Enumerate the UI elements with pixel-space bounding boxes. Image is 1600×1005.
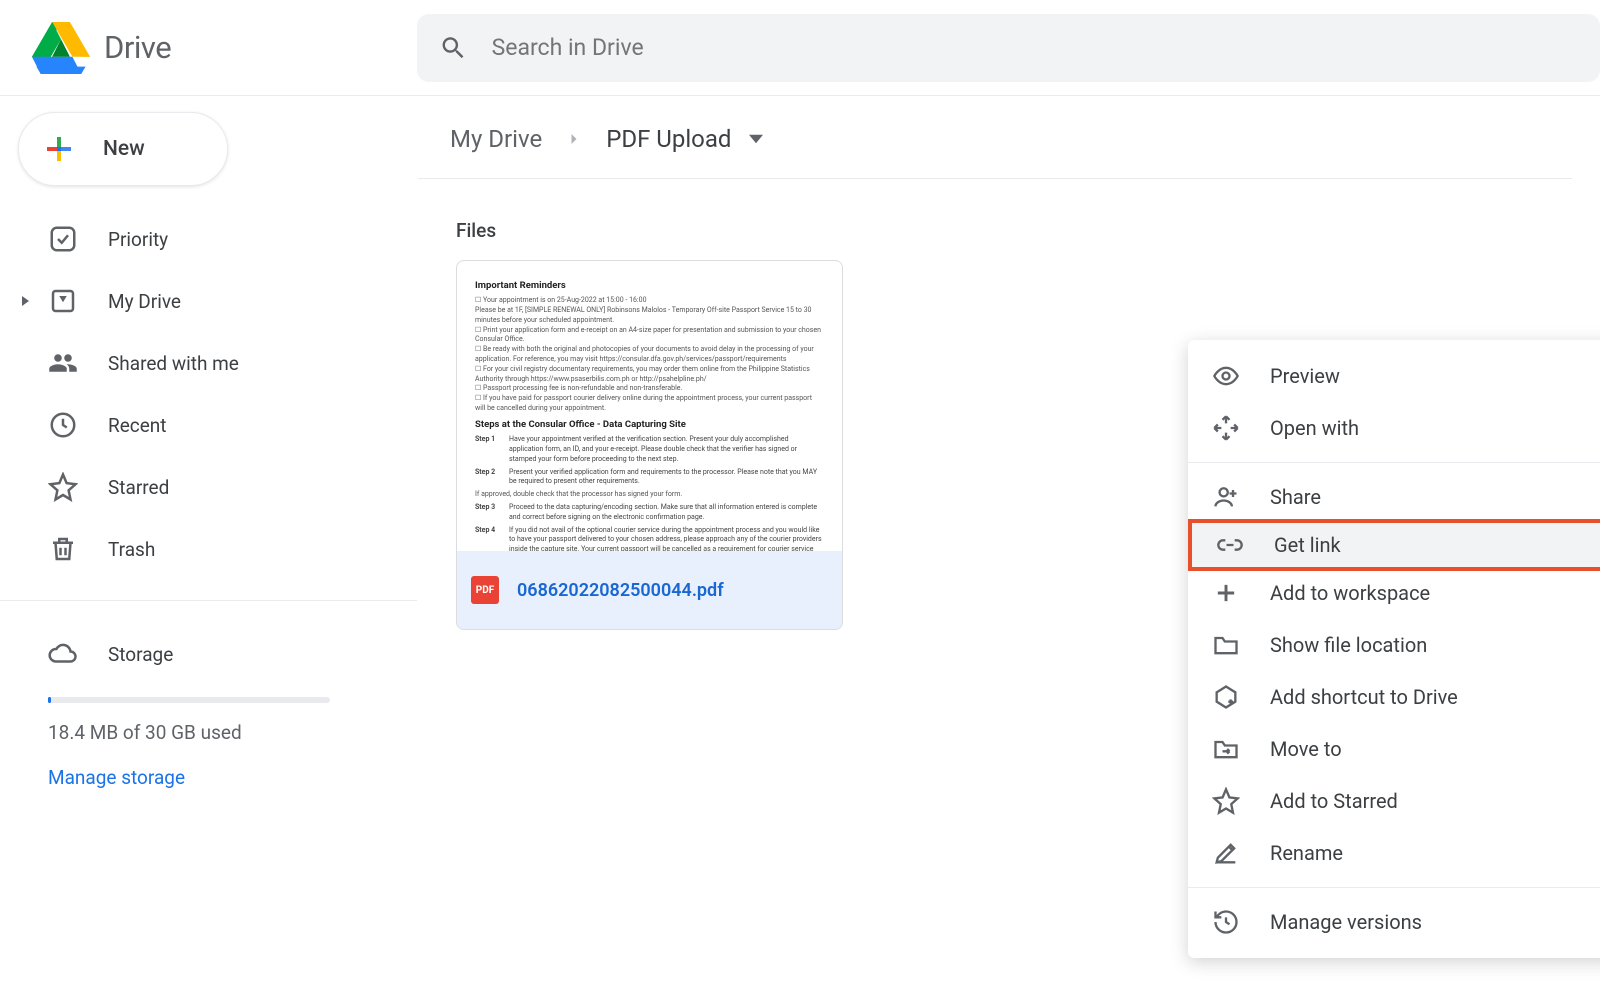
- manage-storage-link[interactable]: Manage storage: [0, 766, 417, 789]
- expand-icon: [22, 296, 29, 306]
- pencil-icon: [1212, 839, 1240, 867]
- sidebar-item-recent[interactable]: Recent: [0, 394, 391, 456]
- sidebar: New Priority My Drive Shared with me Rec…: [0, 96, 417, 1005]
- drive-logo-icon: [32, 19, 90, 77]
- eye-icon: [1212, 362, 1240, 390]
- search-icon: [439, 33, 468, 63]
- sidebar-item-label: Shared with me: [108, 352, 239, 375]
- chevron-right-icon: [564, 129, 584, 149]
- clock-icon: [48, 410, 78, 440]
- sidebar-item-trash[interactable]: Trash: [0, 518, 391, 580]
- app-name: Drive: [104, 29, 171, 66]
- new-button[interactable]: New: [18, 112, 228, 186]
- sidebar-item-label: Starred: [108, 476, 169, 499]
- logo[interactable]: Drive: [0, 19, 417, 77]
- sidebar-item-storage[interactable]: Storage: [0, 623, 391, 685]
- open-with-icon: [1212, 414, 1240, 442]
- plus-icon: [1212, 579, 1240, 607]
- trash-icon: [48, 534, 78, 564]
- storage-text: 18.4 MB of 30 GB used: [0, 721, 417, 744]
- sidebar-item-starred[interactable]: Starred: [0, 456, 391, 518]
- folder-icon: [1212, 631, 1240, 659]
- ctx-rename[interactable]: Rename: [1188, 827, 1600, 879]
- ctx-show-location[interactable]: Show file location: [1188, 619, 1600, 671]
- link-icon: [1216, 531, 1244, 559]
- ctx-add-workspace[interactable]: Add to workspace: [1188, 567, 1600, 619]
- breadcrumb-root[interactable]: My Drive: [446, 117, 546, 161]
- ctx-preview[interactable]: Preview: [1188, 350, 1600, 402]
- search-bar[interactable]: [417, 14, 1600, 82]
- star-icon: [48, 472, 78, 502]
- dropdown-icon: [749, 132, 763, 146]
- sidebar-item-label: Storage: [108, 643, 173, 666]
- sidebar-item-priority[interactable]: Priority: [0, 208, 391, 270]
- plus-icon: [41, 131, 77, 167]
- ctx-share[interactable]: Share: [1188, 471, 1600, 523]
- ctx-add-shortcut[interactable]: Add shortcut to Drive: [1188, 671, 1600, 723]
- files-section-label: Files: [418, 179, 1600, 260]
- app-header: Drive: [0, 0, 1600, 96]
- cloud-icon: [48, 639, 78, 669]
- main-area: My Drive PDF Upload Files Important Remi…: [417, 96, 1600, 1005]
- sidebar-item-label: Priority: [108, 228, 168, 251]
- sidebar-item-label: My Drive: [108, 290, 181, 313]
- file-footer: PDF 06862022082500044.pdf: [457, 551, 842, 629]
- ctx-manage-versions[interactable]: Manage versions: [1188, 896, 1600, 948]
- pdf-icon: PDF: [471, 576, 499, 604]
- ctx-get-link[interactable]: Get link: [1188, 519, 1600, 571]
- ctx-open-with[interactable]: Open with: [1188, 402, 1600, 454]
- history-icon: [1212, 908, 1240, 936]
- ctx-star[interactable]: Add to Starred: [1188, 775, 1600, 827]
- context-menu: Preview Open with Share Get link Add to …: [1188, 340, 1600, 958]
- file-card[interactable]: Important Reminders ☐ Your appointment i…: [456, 260, 843, 630]
- priority-icon: [48, 224, 78, 254]
- sidebar-item-my-drive[interactable]: My Drive: [0, 270, 391, 332]
- breadcrumb-current[interactable]: PDF Upload: [602, 117, 767, 161]
- move-icon: [1212, 735, 1240, 763]
- people-icon: [48, 348, 78, 378]
- storage-bar: [48, 697, 330, 703]
- drive-icon: [48, 286, 78, 316]
- ctx-move-to[interactable]: Move to: [1188, 723, 1600, 775]
- star-icon: [1212, 787, 1240, 815]
- shortcut-icon: [1212, 683, 1240, 711]
- file-name: 06862022082500044.pdf: [517, 580, 724, 601]
- sidebar-item-label: Recent: [108, 414, 167, 437]
- sidebar-item-label: Trash: [108, 538, 155, 561]
- file-thumbnail: Important Reminders ☐ Your appointment i…: [457, 261, 842, 551]
- sidebar-item-shared[interactable]: Shared with me: [0, 332, 391, 394]
- breadcrumb: My Drive PDF Upload: [418, 96, 1600, 166]
- person-add-icon: [1212, 483, 1240, 511]
- search-input[interactable]: [492, 34, 1578, 61]
